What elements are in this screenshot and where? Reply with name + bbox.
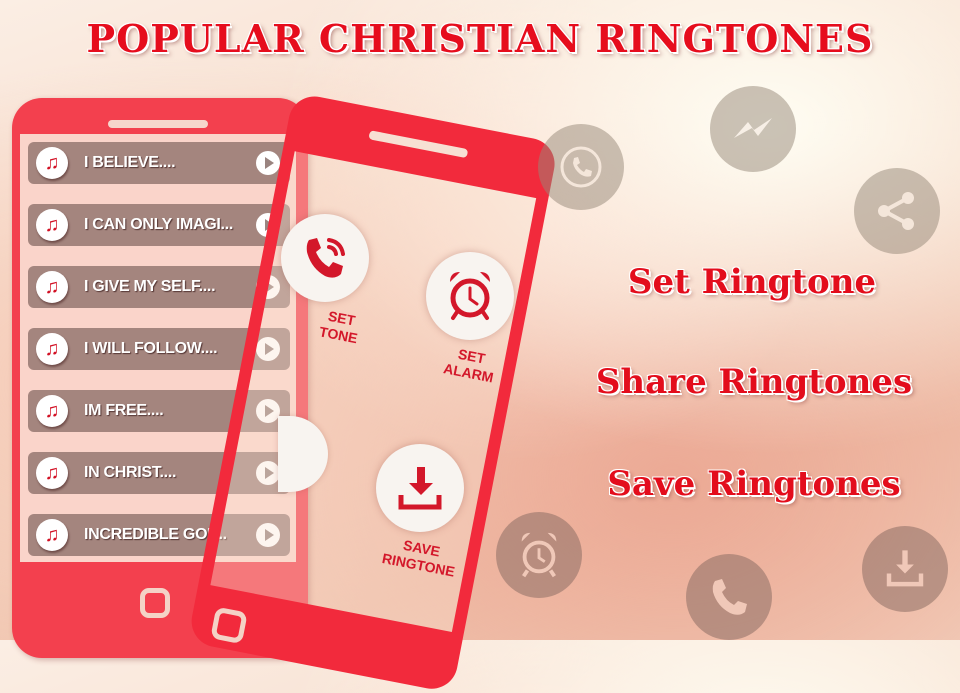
music-note-icon: ♫ xyxy=(36,147,68,179)
messenger-icon xyxy=(710,86,796,172)
save-ringtone-button[interactable]: SAVE RINGTONE xyxy=(370,444,470,580)
music-note-icon: ♫ xyxy=(36,271,68,303)
download-icon xyxy=(862,526,948,612)
music-note-icon: ♫ xyxy=(36,395,68,427)
song-title: I GIVE MY SELF.... xyxy=(84,278,216,295)
phone-ringing-icon xyxy=(281,214,369,302)
song-item[interactable]: ♫ I CAN ONLY IMAGI... xyxy=(28,204,290,246)
song-title: I CAN ONLY IMAGI... xyxy=(84,216,233,233)
music-note-icon: ♫ xyxy=(36,209,68,241)
music-note-icon: ♫ xyxy=(36,333,68,365)
alarm-clock-icon xyxy=(496,512,582,598)
whatsapp-icon xyxy=(538,124,624,210)
phone-speaker xyxy=(368,130,469,159)
feature-share-ringtones: Share Ringtones xyxy=(595,362,913,402)
phone-speaker xyxy=(108,120,208,128)
feature-set-ringtone: Set Ringtone xyxy=(627,262,877,302)
alarm-clock-icon xyxy=(426,252,514,340)
set-ringtone-button[interactable]: SET TONE xyxy=(270,214,380,346)
phone-icon xyxy=(686,554,772,640)
feature-save-ringtones: Save Ringtones xyxy=(607,464,901,504)
song-item[interactable]: ♫ I BELIEVE.... xyxy=(28,142,290,184)
song-title: I BELIEVE.... xyxy=(84,154,176,171)
play-icon[interactable] xyxy=(256,151,280,175)
music-note-icon: ♫ xyxy=(36,457,68,489)
home-button-icon xyxy=(210,606,248,645)
music-note-icon: ♫ xyxy=(36,519,68,551)
song-item[interactable]: ♫ I GIVE MY SELF.... xyxy=(28,266,290,308)
song-title: I WILL FOLLOW.... xyxy=(84,340,218,357)
share-icon xyxy=(854,168,940,254)
download-icon xyxy=(376,444,464,532)
set-alarm-button[interactable]: SET ALARM xyxy=(420,252,520,386)
home-button-icon xyxy=(140,588,170,618)
page-title: POPULAR CHRISTIAN RINGTONES xyxy=(86,16,874,61)
